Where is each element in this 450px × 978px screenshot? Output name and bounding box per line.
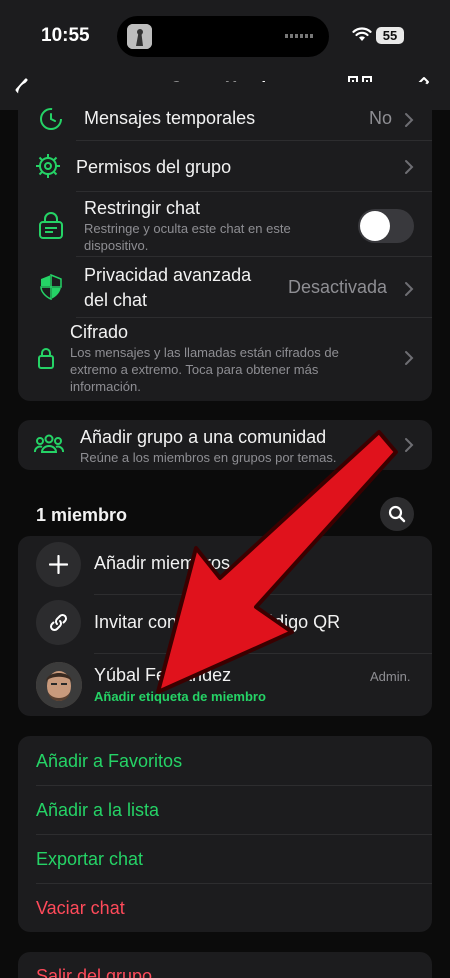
now-playing-thumbnail <box>127 24 152 49</box>
status-bar: 10:55 55 <box>0 0 450 70</box>
lock-chat-icon <box>39 212 63 239</box>
lock-icon <box>38 348 54 369</box>
search-members-button[interactable] <box>380 497 414 531</box>
restrict-chat-toggle[interactable] <box>358 209 414 243</box>
temporary-messages-label: Mensajes temporales <box>84 108 256 128</box>
encryption-label: Cifrado <box>70 322 129 342</box>
export-chat-label: Exportar chat <box>36 849 144 869</box>
add-members-label: Añadir miembros <box>94 553 231 573</box>
add-favorites-label: Añadir a Favoritos <box>36 751 183 771</box>
community-icon <box>34 434 64 453</box>
row-member[interactable]: Yúbal Fernández Añadir etiqueta de miemb… <box>18 654 432 716</box>
advanced-privacy-label-line1: Privacidad avanzada <box>84 265 252 285</box>
row-export-chat[interactable]: Exportar chat <box>18 835 432 884</box>
chevron-right-icon <box>405 160 414 174</box>
row-add-list[interactable]: Añadir a la lista <box>18 786 432 835</box>
members-card: Añadir miembros Invitar con enlace o cód… <box>18 536 432 716</box>
link-icon <box>49 613 68 632</box>
advanced-privacy-label-line2: del chat <box>84 290 148 310</box>
row-add-favorites[interactable]: Añadir a Favoritos <box>18 736 432 785</box>
exit-card[interactable]: Salir del grupo <box>18 952 432 978</box>
clear-chat-label: Vaciar chat <box>36 898 125 918</box>
shield-icon <box>40 274 62 300</box>
member-tag-link[interactable]: Añadir etiqueta de miembro <box>94 688 266 705</box>
row-encryption[interactable]: Cifrado Los mensajes y las llamadas está… <box>18 318 432 401</box>
plus-icon <box>49 555 68 574</box>
community-label: Añadir grupo a una comunidad <box>80 427 327 447</box>
row-group-permissions[interactable]: Permisos del grupo <box>18 141 432 191</box>
row-clear-chat[interactable]: Vaciar chat <box>18 884 432 932</box>
add-list-label: Añadir a la lista <box>36 800 160 820</box>
temporary-messages-value: No <box>369 108 393 128</box>
restrict-chat-description: Restringe y oculta este chat en este dis… <box>84 221 291 253</box>
clock: 10:55 <box>41 25 90 46</box>
battery-indicator: 55 <box>376 27 404 44</box>
group-settings-card: Mensajes temporales No Permisos del grup… <box>18 82 432 401</box>
group-permissions-label: Permisos del grupo <box>76 157 232 177</box>
actions-card: Añadir a Favoritos Añadir a la lista Exp… <box>18 736 432 932</box>
avatar <box>36 662 82 708</box>
wifi-icon <box>352 27 372 41</box>
advanced-privacy-value: Desactivada <box>288 277 388 297</box>
community-card[interactable]: Añadir grupo a una comunidad Reúne a los… <box>18 420 432 470</box>
activity-indicator <box>285 34 313 38</box>
exit-group-label: Salir del grupo <box>36 966 153 978</box>
link-circle <box>36 600 81 645</box>
row-advanced-privacy[interactable]: Privacidad avanzada del chat Desactivada <box>18 257 432 317</box>
row-restrict-chat: Restringir chat Restringe y oculta este … <box>18 192 432 256</box>
toggle-knob <box>360 211 390 241</box>
gear-icon <box>36 154 60 178</box>
search-icon <box>388 505 406 523</box>
add-circle <box>36 542 81 587</box>
member-name: Yúbal Fernández <box>94 665 232 685</box>
invite-link-label: Invitar con enlace o código QR <box>94 612 341 632</box>
timer-icon <box>40 108 62 130</box>
chevron-right-icon <box>405 113 414 127</box>
restrict-chat-label: Restringir chat <box>84 198 201 218</box>
encryption-description: Los mensajes y las llamadas están cifrad… <box>70 345 339 394</box>
row-invite-link[interactable]: Invitar con enlace o código QR <box>18 595 432 653</box>
dynamic-island <box>117 16 329 57</box>
members-count-heading: 1 miembro <box>36 505 128 525</box>
chevron-right-icon <box>405 282 414 296</box>
screen: 10:55 55 Grupo Xataka <box>0 0 450 978</box>
member-role-badge: Admin. <box>370 669 411 684</box>
chevron-right-icon <box>405 438 414 452</box>
chevron-right-icon <box>405 351 414 365</box>
row-add-members[interactable]: Añadir miembros <box>18 536 432 594</box>
community-description: Reúne a los miembros en grupos por temas… <box>80 450 337 465</box>
